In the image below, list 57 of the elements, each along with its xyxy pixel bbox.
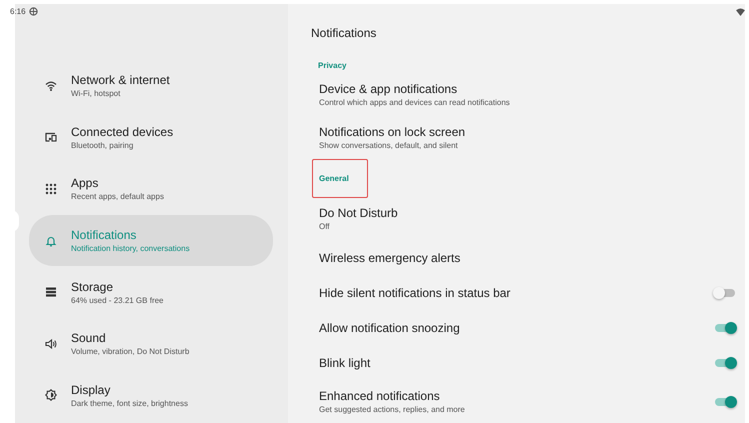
setting-subtitle: Get suggested actions, replies, and more [319, 405, 466, 414]
setting-title: Allow notification snoozing [319, 320, 461, 334]
sidebar-item-title: Apps [71, 176, 100, 190]
brightness-icon [45, 389, 57, 402]
wifi-icon [45, 80, 57, 92]
setting-title: Blink light [319, 356, 372, 370]
settings-row[interactable]: Device & app notifications Control which apps and devices can read notifications [311, 73, 745, 116]
sidebar-item[interactable]: Connected devices Bluetooth, pairing [29, 112, 273, 164]
sidebar-item-title: Sound [71, 331, 107, 346]
settings-row[interactable]: Enhanced notifications Get suggested actions, replies, and more [311, 380, 745, 423]
speaker-icon [45, 338, 57, 350]
toggle-switch[interactable] [713, 394, 737, 408]
sidebar-item-title: Connected devices [71, 124, 174, 139]
toggle-switch[interactable] [713, 356, 737, 370]
section-header: Privacy [317, 60, 346, 70]
settings-row[interactable]: Wireless emergency alerts [311, 240, 745, 275]
globe-icon [28, 7, 38, 16]
settings-row[interactable]: Allow notification snoozing [311, 310, 745, 345]
wifi-icon [736, 8, 745, 16]
devices-icon [45, 131, 57, 144]
toggle-switch[interactable] [713, 286, 737, 300]
setting-title: Do Not Disturb [319, 206, 399, 220]
setting-title: Notifications on lock screen [319, 125, 466, 139]
storage-icon [45, 286, 57, 298]
setting-title: Enhanced notifications [319, 389, 441, 403]
sidebar-item-title: Display [71, 382, 112, 397]
sidebar-item[interactable]: Sound Volume, vibration, Do Not Disturb [29, 318, 273, 370]
sidebar-item[interactable]: Display Dark theme, font size, brightness [29, 370, 273, 422]
sidebar-item[interactable]: Network & internet Wi-Fi, hotspot [29, 60, 273, 112]
bell-icon [45, 234, 57, 247]
apps-grid-icon [45, 182, 57, 195]
sidebar-item[interactable]: Storage 64% used - 23.21 GB free [29, 266, 273, 318]
sidebar-item-subtitle: Wi-Fi, hotspot [71, 89, 122, 98]
sidebar-item[interactable]: Apps Recent apps, default apps [29, 163, 273, 215]
section-header: General [312, 158, 368, 198]
setting-title: Wireless emergency alerts [319, 250, 462, 264]
sidebar-item-subtitle: Bluetooth, pairing [71, 140, 134, 150]
settings-row[interactable]: Notifications on lock screen Show conversations, default, and silent [311, 116, 745, 159]
setting-subtitle: Off [319, 222, 331, 231]
settings-row[interactable]: Do Not Disturb Off [311, 197, 745, 240]
setting-title: Device & app notifications [319, 82, 458, 96]
sidebar-item-subtitle: Volume, vibration, Do Not Disturb [71, 347, 190, 356]
sidebar-item-title: Network & internet [71, 73, 170, 88]
toggle-switch[interactable] [713, 320, 737, 334]
sidebar-item-subtitle: 64% used - 23.21 GB free [71, 296, 164, 305]
sidebar-item-subtitle: Dark theme, font size, brightness [71, 398, 188, 408]
setting-subtitle: Show conversations, default, and silent [319, 141, 459, 150]
page-title: Notifications [311, 24, 376, 42]
sidebar-item-title: Storage [71, 280, 114, 294]
sidebar-item-subtitle: Notification history, conversations [71, 244, 190, 254]
status-time: 6:16 [10, 7, 26, 16]
setting-subtitle: Control which apps and devices can read notifications [319, 98, 511, 107]
sidebar-item-subtitle: Recent apps, default apps [71, 192, 164, 202]
settings-row[interactable]: Hide silent notifications in status bar [311, 275, 745, 310]
settings-row[interactable]: Blink light [311, 345, 745, 380]
sidebar-item-title: Notifications [71, 228, 138, 242]
setting-title: Hide silent notifications in status bar [319, 286, 512, 300]
